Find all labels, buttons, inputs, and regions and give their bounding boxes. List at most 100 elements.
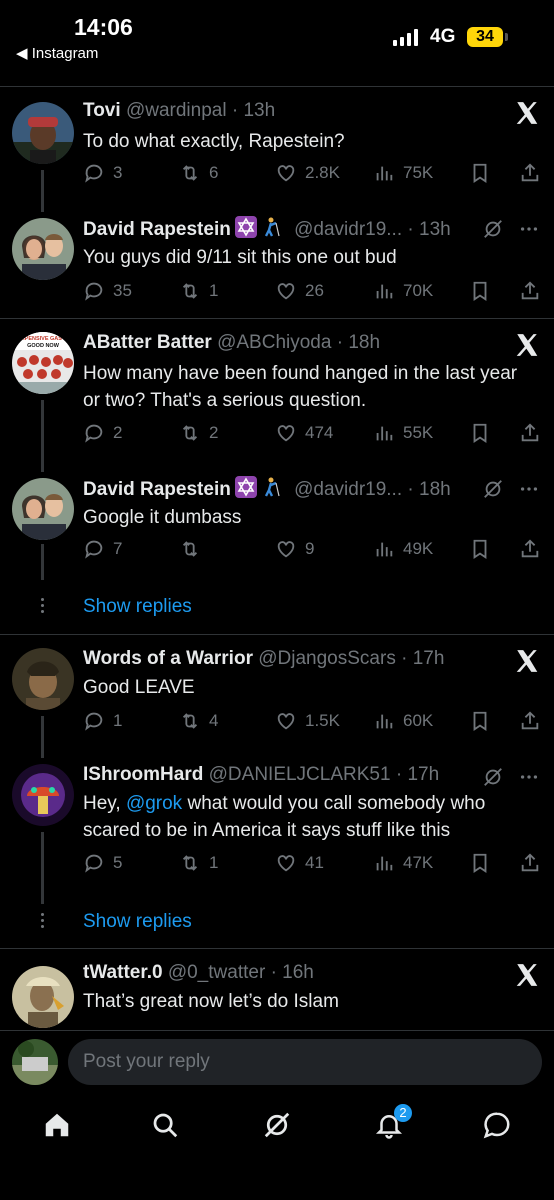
avatar[interactable] [12,648,74,710]
handle[interactable]: @DANIELJCLARK51 [209,764,391,785]
reply-button[interactable]: 5 [83,852,122,874]
grok-icon[interactable] [482,478,504,500]
tweet-twatter[interactable]: tWatter.0 @0_twatter · 16h That’s great … [0,958,554,1030]
tweet-abatter-batter[interactable]: EXPENSIVE GAS IS GOOD NOW ABatter Batter … [0,328,554,472]
views-button[interactable]: 47K [373,852,433,874]
bookmark-button[interactable] [469,162,491,184]
handle[interactable]: @wardinpal [126,100,227,121]
handle[interactable]: @ABChiyoda [217,332,331,353]
like-button[interactable]: 41 [275,852,324,874]
header-divider [0,86,554,87]
bookmark-icon [473,853,487,873]
repost-button[interactable]: 1 [179,280,218,302]
share-button[interactable] [519,422,541,444]
timestamp[interactable]: · 18h [407,479,450,500]
share-button[interactable] [519,162,541,184]
views-button[interactable]: 60K [373,710,433,732]
back-to-instagram-link[interactable]: ◀ Instagram [16,44,98,62]
like-button[interactable]: 9 [275,538,314,560]
display-name[interactable]: tWatter.0 [83,962,163,983]
reply-button[interactable]: 7 [83,538,122,560]
tweet-words-of-a-warrior[interactable]: Words of a Warrior @DjangosScars · 17h G… [0,644,554,758]
handle[interactable]: @davidr19... [294,219,402,240]
views-button[interactable]: 49K [373,538,433,560]
nav-search[interactable] [150,1110,184,1144]
grok-icon[interactable] [482,766,504,788]
avatar[interactable] [12,478,74,540]
bookmark-button[interactable] [469,422,491,444]
nav-notifications[interactable]: 2 [374,1104,412,1144]
tweet-menu [482,766,540,788]
timestamp[interactable]: · 17h [396,764,439,785]
battery-icon: 34 [467,27,503,47]
tweet-ishroomhard[interactable]: IShroomHard @DANIELJCLARK51 · 17h Hey, @… [0,760,554,904]
tweet-david-rapestein-2[interactable]: David Rapestein @davidr19... · 18h Googl… [0,472,554,582]
tweet-tovi[interactable]: Tovi @wardinpal · 13h To do what exactly… [0,96,554,212]
handle[interactable]: @davidr19... [294,479,402,500]
timestamp[interactable]: · 16h [271,962,314,983]
reply-count: 3 [113,163,123,182]
reply-button[interactable]: 35 [83,280,132,302]
repost-button[interactable]: 4 [179,710,218,732]
reply-button[interactable]: 2 [83,422,122,444]
bookmark-button[interactable] [469,538,491,560]
repost-button[interactable]: 2 [179,422,218,444]
nav-messages[interactable] [482,1110,516,1144]
bookmark-button[interactable] [469,852,491,874]
display-name[interactable]: David Rapestein [83,479,231,500]
share-button[interactable] [519,280,541,302]
repost-button[interactable]: 1 [179,852,218,874]
my-avatar[interactable] [12,1039,58,1085]
bookmark-icon [473,711,487,731]
display-name[interactable]: IShroomHard [83,764,203,785]
repost-button[interactable] [179,538,209,560]
battery-cap [505,33,508,41]
mention-link[interactable]: @grok [126,793,182,814]
nav-home[interactable] [42,1110,76,1144]
timestamp[interactable]: · 18h [337,332,380,353]
handle[interactable]: @DjangosScars [258,648,396,669]
views-button[interactable]: 70K [373,280,433,302]
reply-input[interactable] [68,1039,542,1085]
more-options-icon[interactable] [518,218,540,240]
star-of-david-icon [234,216,257,238]
share-button[interactable] [519,852,541,874]
share-button[interactable] [519,538,541,560]
tweet-david-rapestein-1[interactable]: David Rapestein @davidr19... · 13h You g… [0,210,554,316]
timestamp[interactable]: · 13h [407,219,450,240]
avatar[interactable] [12,218,74,280]
repost-count: 6 [209,163,219,182]
like-button[interactable]: 2.8K [275,162,340,184]
like-button[interactable]: 26 [275,280,324,302]
handle[interactable]: @0_twatter [168,962,265,983]
views-button[interactable]: 55K [373,422,433,444]
display-name[interactable]: Tovi [83,100,121,121]
display-name[interactable]: David Rapestein [83,219,231,240]
avatar[interactable] [12,764,74,826]
avatar[interactable] [12,102,74,164]
grok-icon[interactable] [482,218,504,240]
display-name[interactable]: ABatter Batter [83,332,212,353]
nav-grok[interactable] [262,1110,296,1144]
timestamp[interactable]: · 17h [401,648,444,669]
view-count: 60K [403,711,434,730]
reply-button[interactable]: 1 [83,710,122,732]
avatar[interactable]: EXPENSIVE GAS IS GOOD NOW [12,332,74,394]
timestamp[interactable]: · 13h [232,100,275,121]
show-replies-link[interactable]: Show replies [83,596,192,618]
views-button[interactable]: 75K [373,162,433,184]
bookmark-button[interactable] [469,280,491,302]
repost-icon [182,713,198,729]
bookmark-button[interactable] [469,710,491,732]
more-options-icon[interactable] [518,478,540,500]
repost-button[interactable]: 6 [179,162,218,184]
like-button[interactable]: 1.5K [275,710,340,732]
like-button[interactable]: 474 [275,422,333,444]
reply-button[interactable]: 3 [83,162,122,184]
avatar[interactable] [12,966,74,1028]
like-count: 2.8K [305,163,340,182]
more-options-icon[interactable] [518,766,540,788]
share-button[interactable] [519,710,541,732]
show-replies-link[interactable]: Show replies [83,911,192,933]
display-name[interactable]: Words of a Warrior [83,648,253,669]
